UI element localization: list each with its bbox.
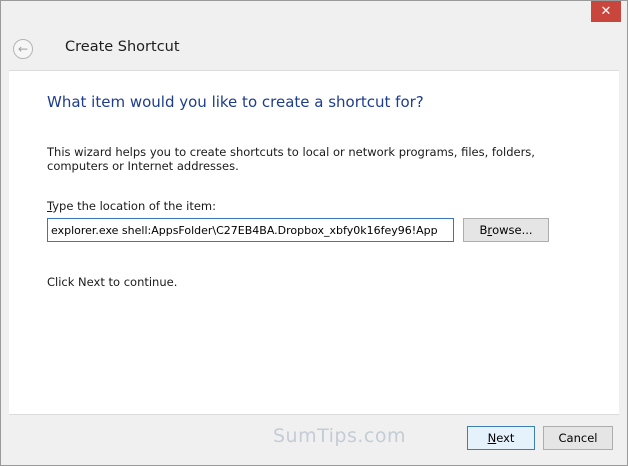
location-label: Type the location of the item: [47, 199, 216, 213]
title-bar: ✕ [1, 1, 627, 31]
wizard-title: Create Shortcut [65, 39, 180, 55]
location-label-text: ype the location of the item: [52, 199, 217, 213]
create-shortcut-window: ✕ ← Create Shortcut What item would you … [0, 0, 628, 466]
wizard-content-panel: What item would you like to create a sho… [9, 70, 619, 415]
wizard-description: This wizard helps you to create shortcut… [47, 145, 535, 173]
next-label-accelerator: N [487, 431, 497, 445]
next-button[interactable]: Next [467, 426, 535, 450]
continue-instruction: Click Next to continue. [47, 275, 178, 289]
location-input[interactable] [47, 218, 454, 242]
close-button[interactable]: ✕ [591, 1, 621, 22]
page-heading: What item would you like to create a sho… [47, 93, 424, 111]
next-label-text: ext [496, 431, 515, 445]
back-arrow-icon: ← [17, 42, 29, 56]
back-button[interactable]: ← [13, 39, 33, 59]
browse-label-pre: B [479, 223, 488, 237]
cancel-button[interactable]: Cancel [543, 426, 613, 450]
browse-label-post: owse... [492, 223, 533, 237]
close-icon: ✕ [600, 4, 612, 19]
browse-button[interactable]: Br owse... [463, 218, 549, 242]
watermark: SumTips.com [273, 425, 406, 447]
